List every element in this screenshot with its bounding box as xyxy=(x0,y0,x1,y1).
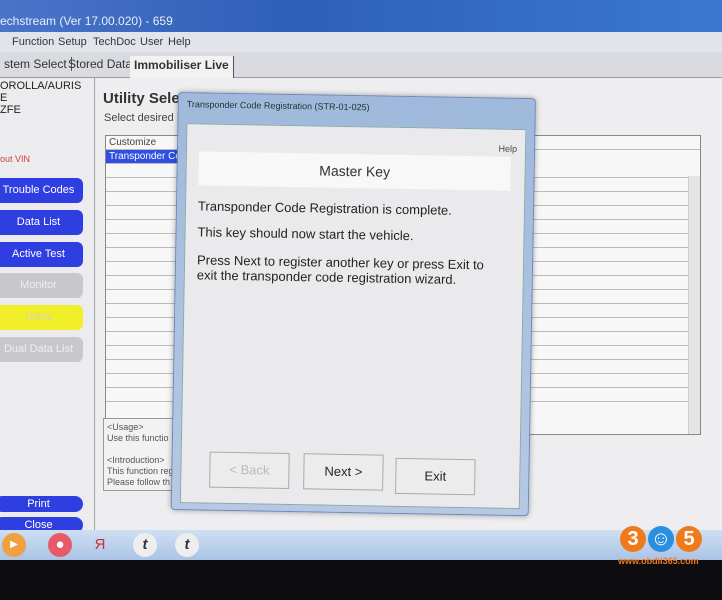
dialog-title: Transponder Code Registration (STR-01-02… xyxy=(186,99,370,113)
menu-setup[interactable]: Setup xyxy=(58,36,87,48)
next-button[interactable]: Next > xyxy=(303,453,384,491)
utility-button[interactable]: Utility xyxy=(0,305,83,330)
help-link[interactable]: Help xyxy=(498,144,517,154)
menu-techdoc[interactable]: TechDoc xyxy=(93,36,136,48)
tab-stored-data[interactable]: Stored Data xyxy=(64,57,138,71)
trouble-codes-button[interactable]: Trouble Codes xyxy=(0,178,83,203)
vehicle-engine: ZFE xyxy=(0,104,21,116)
tab-immobiliser-live[interactable]: Immobiliser Live xyxy=(130,56,234,78)
monitor-button[interactable]: Monitor xyxy=(0,273,83,298)
title-bar: echstream (Ver 17.00.020) - 659 xyxy=(0,0,722,32)
menu-help[interactable]: Help xyxy=(168,36,191,48)
intro-text-2: Please follow th xyxy=(107,477,171,487)
dual-data-list-button[interactable]: Dual Data List xyxy=(0,337,83,362)
screen: echstream (Ver 17.00.020) - 659 Function… xyxy=(0,0,722,560)
intro-text-1: This function reg xyxy=(107,466,174,476)
techstream-icon[interactable]: t xyxy=(133,533,157,557)
window-title: echstream (Ver 17.00.020) - 659 xyxy=(0,14,173,28)
back-button[interactable]: < Back xyxy=(209,451,290,489)
list-item[interactable]: Transponder Co xyxy=(106,150,186,164)
list-scrollbar[interactable] xyxy=(688,176,700,434)
tab-bar: stem Select Stored Data Immobiliser Live xyxy=(0,52,722,78)
exit-button[interactable]: Exit xyxy=(395,457,476,496)
page-title: Utility Selec xyxy=(103,90,189,107)
transponder-dialog: Transponder Code Registration (STR-01-02… xyxy=(170,92,536,517)
data-list-button[interactable]: Data List xyxy=(0,210,83,235)
tab-system-select[interactable]: stem Select xyxy=(0,57,72,71)
techstream-icon[interactable]: t xyxy=(175,533,199,557)
vehicle-model: OROLLA/AURIS xyxy=(0,80,82,92)
usage-heading: <Usage> xyxy=(107,422,144,432)
watermark-logo: 3 ☺ 5 www.obdii365.com xyxy=(618,518,718,570)
intro-heading: <Introduction> xyxy=(107,455,165,465)
print-button[interactable]: Print xyxy=(0,496,83,512)
menu-function[interactable]: Function xyxy=(12,36,54,48)
vin-label: out VIN xyxy=(0,154,31,164)
menu-bar: Function Setup TechDoc User Help xyxy=(0,32,722,52)
yandex-icon[interactable]: Я xyxy=(88,533,112,557)
vehicle-line2: E xyxy=(0,92,8,104)
completion-message: Transponder Code Registration is complet… xyxy=(197,198,452,218)
page-subtitle: Select desired U xyxy=(104,112,185,124)
instruction-message: Press Next to register another key or pr… xyxy=(196,252,485,287)
usage-text: Use this functio xyxy=(107,433,169,443)
start-message: This key should now start the vehicle. xyxy=(197,224,414,244)
menu-user[interactable]: User xyxy=(140,36,163,48)
active-test-button[interactable]: Active Test xyxy=(0,242,83,267)
firefox-icon[interactable]: ● xyxy=(48,533,72,557)
dialog-header: Master Key xyxy=(198,151,511,191)
taskbar: ▶ ● Я t t xyxy=(0,530,722,560)
media-player-icon[interactable]: ▶ xyxy=(2,533,26,557)
left-panel: OROLLA/AURIS E ZFE out VIN Trouble Codes… xyxy=(0,78,95,533)
dialog-body: Help Master Key Transponder Code Registr… xyxy=(179,123,527,510)
watermark-url: www.obdii365.com xyxy=(618,556,699,566)
vehicle-info: OROLLA/AURIS E ZFE xyxy=(0,80,81,116)
